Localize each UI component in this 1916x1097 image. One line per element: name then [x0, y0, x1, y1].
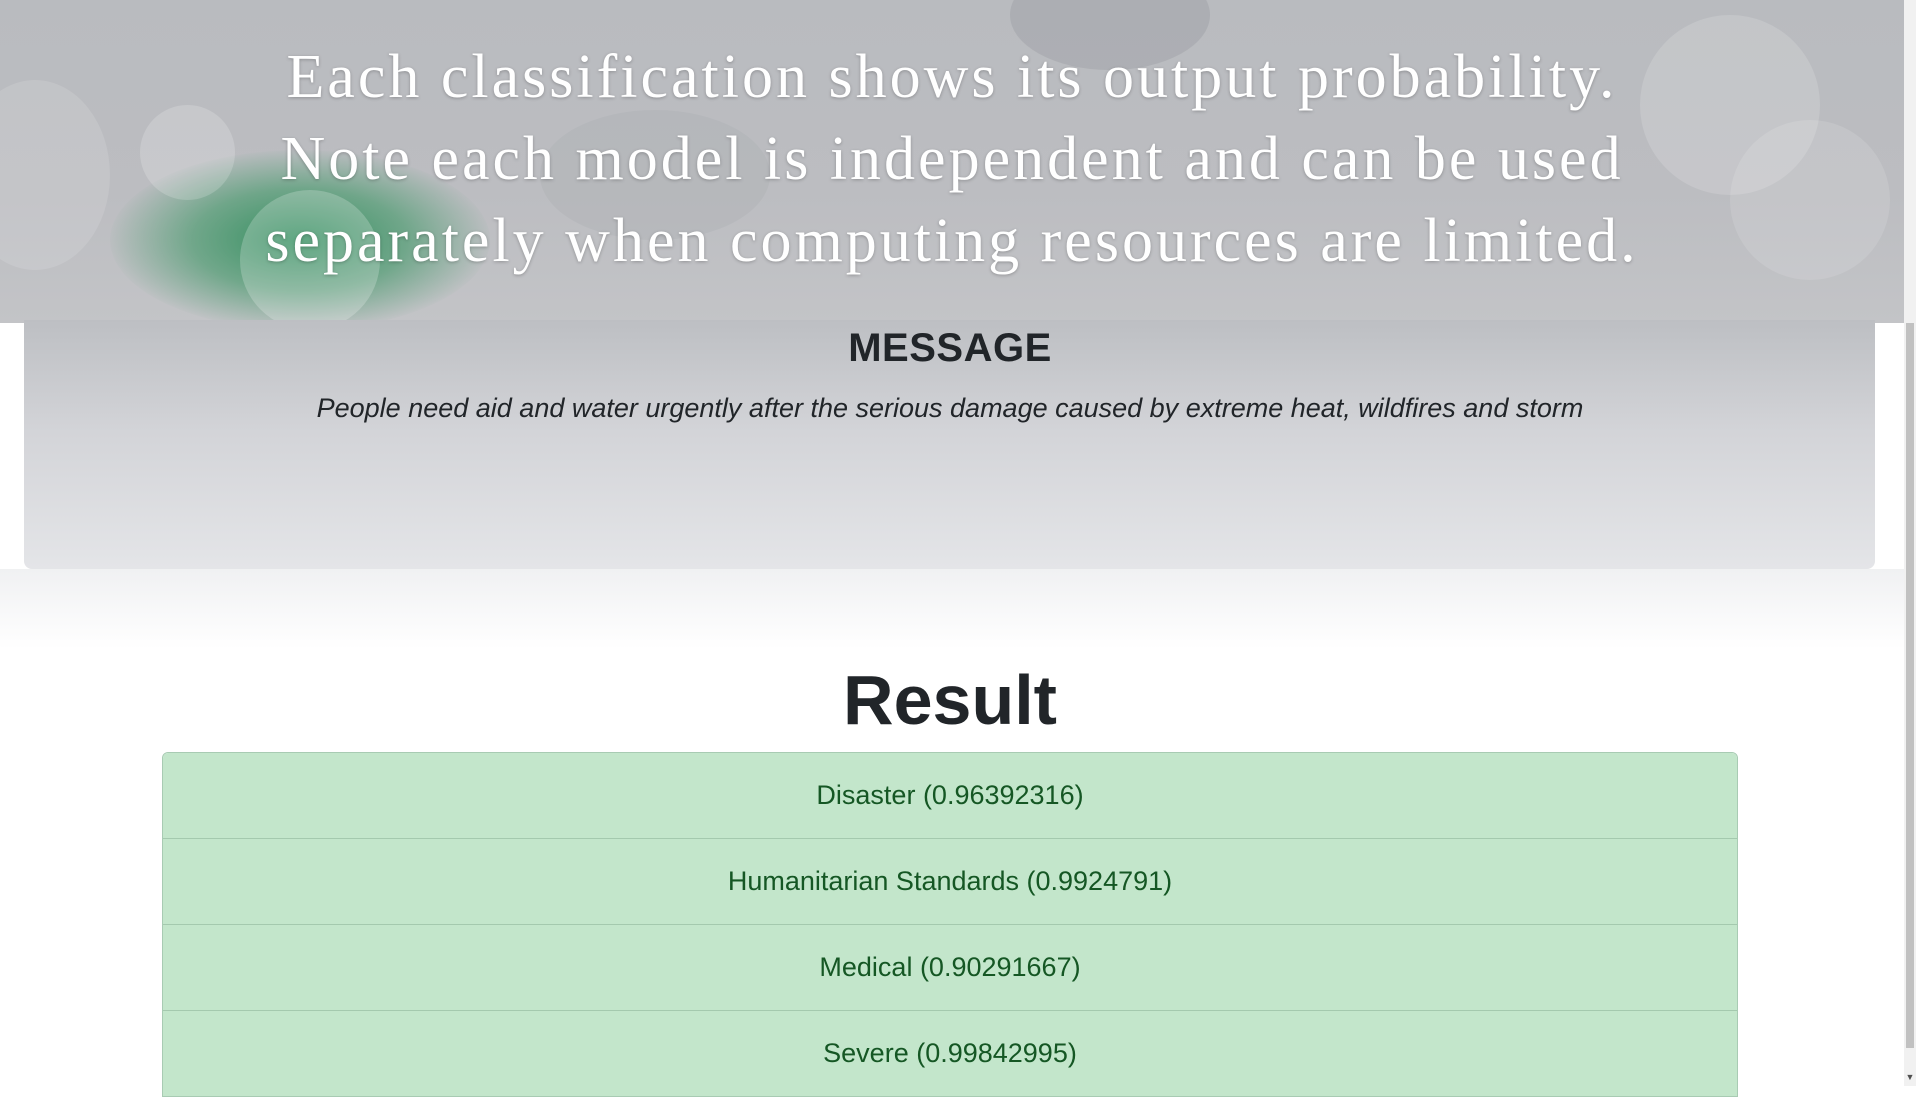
vertical-scrollbar[interactable]: ▼: [1904, 0, 1916, 1086]
result-title: Result: [843, 661, 1057, 739]
result-item-medical: Medical (0.90291667): [163, 924, 1737, 1010]
result-item-humanitarian-standards: Humanitarian Standards (0.9924791): [163, 838, 1737, 924]
scrollbar-thumb[interactable]: [1906, 323, 1914, 1048]
result-item-disaster: Disaster (0.96392316): [163, 753, 1737, 838]
hero-line: Note each model is independent and can b…: [280, 125, 1624, 193]
message-title: MESSAGE: [848, 326, 1052, 370]
hero-line: separately when computing resources are …: [265, 207, 1639, 275]
card-shadow: [0, 569, 1904, 649]
hero-banner: Each classification shows its output pro…: [0, 0, 1904, 323]
hero-line: Each classification shows its output pro…: [286, 43, 1618, 111]
scroll-down-arrow-icon[interactable]: ▼: [1904, 1068, 1916, 1086]
result-item-severe: Severe (0.99842995): [163, 1010, 1737, 1096]
result-list: Disaster (0.96392316) Humanitarian Stand…: [162, 752, 1738, 1097]
message-text: People need aid and water urgently after…: [316, 393, 1584, 423]
hero-description: Each classification shows its output pro…: [0, 36, 1904, 282]
